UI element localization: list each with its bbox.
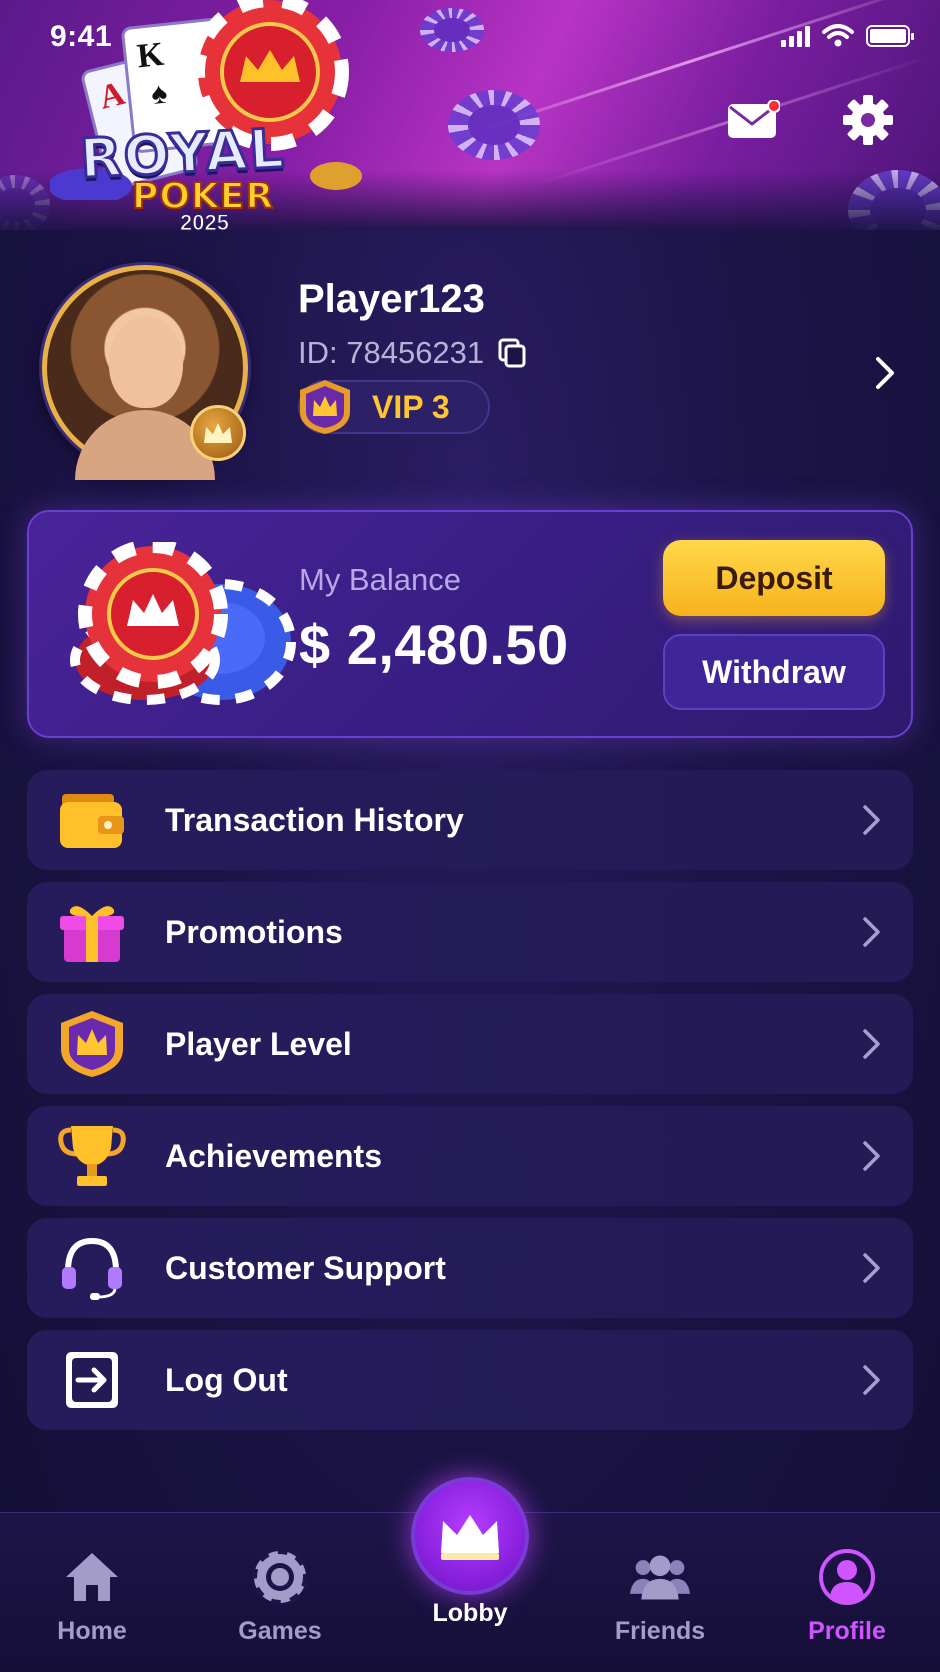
menu-item-customer-support[interactable]: Customer Support — [27, 1218, 913, 1318]
headset-icon — [62, 1237, 122, 1300]
menu-item-player-level[interactable]: Player Level — [27, 994, 913, 1094]
menu-item-label: Customer Support — [165, 1249, 446, 1286]
crown-shield-icon — [61, 1011, 123, 1077]
profile-section[interactable]: Player123 ID: 78456231 VIP 3 — [0, 255, 940, 480]
nav-profile-label: Profile — [808, 1617, 886, 1645]
menu-item-transaction-history[interactable]: Transaction History — [27, 770, 913, 870]
menu-item-label: Player Level — [165, 1025, 352, 1062]
menu-list: Transaction History Promotions Player Le… — [27, 770, 913, 1442]
signal-icon — [781, 25, 810, 47]
menu-item-label: Log Out — [165, 1361, 288, 1398]
deposit-button[interactable]: Deposit — [663, 540, 885, 616]
status-time: 9:41 — [50, 20, 113, 53]
menu-item-label: Achievements — [165, 1137, 382, 1174]
balance-amount: $ 2,480.50 — [299, 613, 569, 676]
battery-icon — [866, 25, 914, 47]
nav-games-label: Games — [238, 1617, 322, 1645]
nav-home[interactable]: Home — [17, 1533, 167, 1653]
nav-lobby-label: Lobby — [432, 1599, 508, 1627]
poker-chip-icon — [252, 1549, 308, 1605]
chevron-right-icon[interactable] — [872, 355, 900, 391]
wifi-icon — [822, 24, 854, 47]
copy-icon[interactable] — [498, 338, 526, 368]
chevron-right-icon — [863, 1141, 880, 1171]
vip-shield-icon — [300, 380, 350, 434]
wallet-icon — [60, 794, 124, 848]
profile-icon — [819, 1549, 875, 1605]
player-id-text: ID: 78456231 — [298, 335, 485, 370]
nav-home-label: Home — [57, 1617, 127, 1645]
withdraw-button[interactable]: Withdraw — [663, 634, 885, 710]
player-id: ID: 78456231 — [298, 335, 526, 371]
poker-chips-icon — [70, 542, 296, 705]
menu-item-label: Transaction History — [165, 801, 464, 838]
gift-icon — [60, 906, 124, 962]
nav-friends-label: Friends — [614, 1617, 706, 1645]
crown-badge-icon — [190, 405, 246, 461]
chevron-right-icon — [863, 1365, 880, 1395]
nav-lobby-button[interactable] — [411, 1477, 529, 1595]
logo-text-year: 2025 — [180, 210, 230, 236]
nav-games[interactable]: Games — [205, 1533, 355, 1653]
chevron-right-icon — [863, 1253, 880, 1283]
vip-badge[interactable]: VIP 3 — [298, 380, 490, 434]
balance-label: My Balance — [299, 562, 461, 597]
home-icon — [66, 1553, 118, 1601]
chevron-right-icon — [863, 805, 880, 835]
chevron-right-icon — [863, 1029, 880, 1059]
bottom-nav: Home Games Lobby Friends Profile — [0, 1477, 940, 1672]
app-screen: 9:41 A K ♠ ROYAL POKER 2025 Player123 ID… — [0, 0, 940, 1672]
vip-level-label: VIP 3 — [372, 388, 450, 425]
player-name: Player123 — [298, 277, 485, 321]
crown-icon — [441, 1515, 499, 1560]
balance-card: My Balance $ 2,480.50 Deposit Withdraw — [27, 510, 913, 738]
menu-item-label: Promotions — [165, 913, 343, 950]
logout-icon — [66, 1352, 118, 1408]
trophy-icon — [58, 1126, 126, 1186]
menu-item-achievements[interactable]: Achievements — [27, 1106, 913, 1206]
nav-friends[interactable]: Friends — [585, 1533, 735, 1653]
chevron-right-icon — [863, 917, 880, 947]
mail-icon[interactable] — [728, 100, 780, 138]
gear-icon[interactable] — [842, 94, 894, 146]
status-bar: 9:41 — [0, 18, 940, 58]
friends-icon — [630, 1555, 690, 1600]
nav-profile[interactable]: Profile — [772, 1533, 922, 1653]
menu-item-promotions[interactable]: Promotions — [27, 882, 913, 982]
menu-item-log-out[interactable]: Log Out — [27, 1330, 913, 1430]
